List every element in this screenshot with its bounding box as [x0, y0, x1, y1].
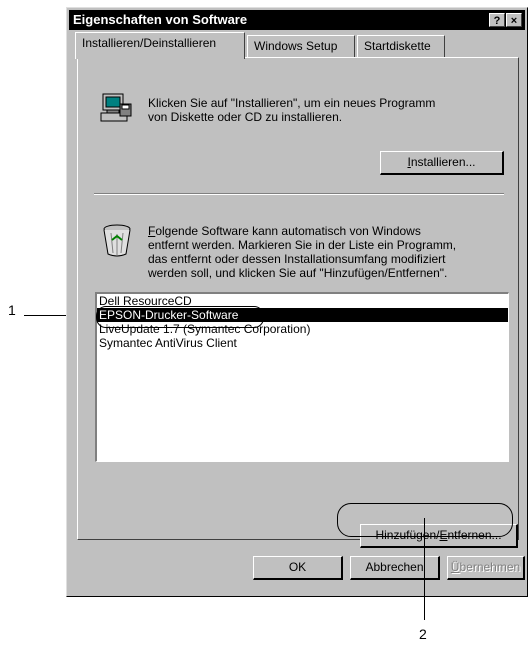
install-text-line1: Klicken Sie auf "Installieren", um ein n… — [148, 96, 436, 110]
list-item[interactable]: Symantec AntiVirus Client — [97, 336, 508, 350]
callout-2-line — [424, 518, 425, 620]
apply-button-label: bernehmen — [459, 560, 521, 574]
uninstall-text-line1: Folgende Software kann automatisch von W… — [148, 224, 421, 238]
tab-installieren-deinstallieren[interactable]: Installieren/Deinstallieren — [75, 32, 245, 59]
computer-install-icon — [100, 93, 132, 122]
install-text-line2: von Diskette oder CD zu installieren. — [148, 110, 343, 124]
uninstall-text-line4: werden soll, und klicken Sie auf "Hinzuf… — [148, 266, 448, 280]
uninstall-text-line2: entfernt werden. Markieren Sie in der Li… — [148, 238, 457, 252]
uninstall-text-line3: das entfernt oder dessen Installationsum… — [148, 252, 446, 266]
section-divider — [94, 193, 504, 195]
callout-2-oval — [337, 503, 513, 537]
recycle-bin-icon — [103, 224, 131, 257]
close-button[interactable]: × — [506, 13, 522, 27]
install-button-label: nstallieren... — [410, 155, 476, 169]
ok-button[interactable]: OK — [253, 556, 343, 580]
tab-startdiskette[interactable]: Startdiskette — [357, 35, 445, 57]
cancel-button[interactable]: Abbrechen — [350, 556, 440, 580]
install-button[interactable]: Installieren... — [380, 151, 504, 175]
uninstall-text-line1-rest: olgende Software kann automatisch von Wi… — [155, 224, 421, 238]
dialog-title: Eigenschaften von Software — [73, 12, 248, 27]
callout-2-label: 2 — [419, 626, 427, 642]
callout-1-oval — [96, 306, 264, 328]
callout-1-label: 1 — [8, 302, 16, 318]
tab-windows-setup[interactable]: Windows Setup — [247, 35, 355, 57]
help-button[interactable]: ? — [489, 13, 505, 27]
apply-button[interactable]: Übernehmen — [447, 556, 525, 580]
title-bar[interactable]: Eigenschaften von Software ? × — [69, 10, 525, 30]
